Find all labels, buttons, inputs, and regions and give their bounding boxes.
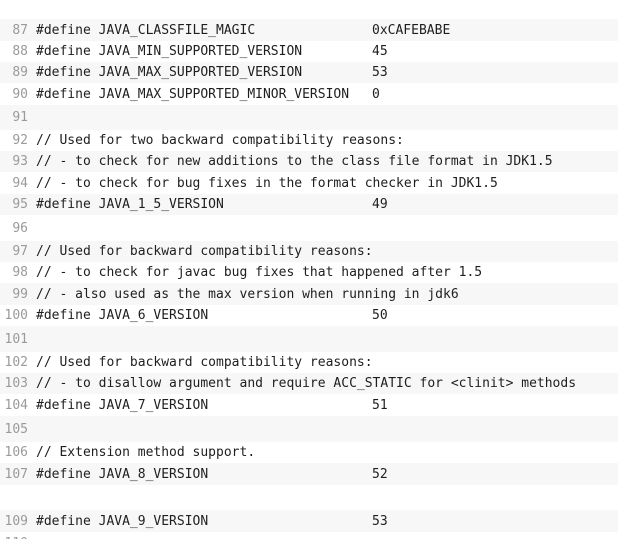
code-line: 98 // - to check for javac bug fixes tha… (0, 262, 618, 283)
line-number: 93 (12, 154, 28, 169)
line-number: 103 (4, 376, 28, 391)
code-text: #define JAVA_9_VERSION (36, 513, 209, 529)
line-number: 95 (12, 197, 28, 212)
code-line: 93 // - to check for new additions to th… (0, 151, 618, 172)
line-number: 98 (12, 265, 28, 280)
code-line (0, 485, 618, 510)
define-value: 51 (372, 397, 388, 413)
line-number: 87 (12, 22, 28, 38)
code-line: 88 #define JAVA_MIN_SUPPORTED_VERSION 45 (0, 41, 618, 62)
code-editor-view: 86 87 #define JAVA_CLASSFILE_MAGIC 0xCAF… (0, 0, 618, 539)
code-comment: // - to disallow argument and require AC… (36, 376, 577, 391)
line-number: 106 (4, 445, 28, 460)
line-number: 104 (4, 397, 28, 413)
code-text: #define JAVA_MAX_SUPPORTED_VERSION (36, 65, 303, 80)
define-value: 53 (372, 65, 388, 80)
code-line: 106 // Extension method support. (0, 442, 618, 463)
line-number: 88 (12, 44, 28, 59)
code-line: 87 #define JAVA_CLASSFILE_MAGIC 0xCAFEBA… (0, 19, 618, 41)
line-number: 96 (12, 220, 28, 236)
code-line: 90 #define JAVA_MAX_SUPPORTED_MINOR_VERS… (0, 83, 618, 105)
code-line: 86 (0, 0, 618, 6)
code-line: 89 #define JAVA_MAX_SUPPORTED_VERSION 53 (0, 62, 618, 83)
line-number: 101 (4, 331, 28, 347)
line-number: 100 (4, 308, 28, 323)
code-line: 95 #define JAVA_1_5_VERSION 49 (0, 194, 618, 215)
line-number: 102 (4, 355, 28, 370)
code-line: 101 (0, 326, 618, 352)
define-value: 45 (372, 44, 388, 59)
define-value: 0 (372, 86, 380, 102)
code-text: #define JAVA_CLASSFILE_MAGIC (36, 22, 256, 38)
code-comment: // - to check for new additions to the c… (36, 154, 553, 169)
code-text: #define JAVA_MAX_SUPPORTED_MINOR_VERSION (36, 86, 350, 102)
code-comment: // Used for two backward compatibility r… (36, 133, 404, 148)
code-text: #define JAVA_6_VERSION (36, 308, 209, 323)
code-line: 107 #define JAVA_8_VERSION 52 (0, 463, 618, 485)
code-comment: // Extension method support. (36, 445, 256, 460)
define-value: 0xCAFEBABE (372, 22, 451, 38)
line-number: 107 (4, 466, 28, 482)
define-value: 49 (372, 197, 388, 212)
line-number: 86 (0, 0, 36, 3)
line-number: 89 (12, 65, 28, 80)
code-text: #define JAVA_7_VERSION (36, 397, 209, 413)
code-comment: // - also used as the max version when r… (36, 286, 459, 302)
line-number: 90 (12, 86, 28, 102)
code-line: 104 #define JAVA_7_VERSION 51 (0, 394, 618, 416)
code-line: 102 // Used for backward compatibility r… (0, 352, 618, 373)
line-number: 91 (12, 110, 28, 125)
line-number: 92 (12, 133, 28, 148)
code-line: 94 // - to check for bug fixes in the fo… (0, 172, 618, 194)
line-number: 94 (12, 175, 28, 191)
line-number: 109 (4, 513, 28, 529)
code-comment: // - to check for javac bug fixes that h… (36, 265, 483, 280)
code-line: 103 // - to disallow argument and requir… (0, 373, 618, 394)
line-number: 99 (12, 286, 28, 302)
code-line: 105 (0, 416, 618, 442)
code-text: #define JAVA_MIN_SUPPORTED_VERSION (36, 44, 303, 59)
code-comment: // Used for backward compatibility reaso… (36, 355, 373, 370)
code-line: 110 (0, 532, 618, 539)
define-value: 53 (372, 513, 388, 529)
code-comment: // Used for backward compatibility reaso… (36, 244, 373, 259)
code-line: 109 #define JAVA_9_VERSION 53 (0, 510, 618, 532)
code-line: 100 #define JAVA_6_VERSION 50 (0, 305, 618, 326)
define-value: 50 (372, 308, 388, 323)
code-line: 99 // - also used as the max version whe… (0, 283, 618, 305)
code-line: 97 // Used for backward compatibility re… (0, 241, 618, 262)
code-line: 92 // Used for two backward compatibilit… (0, 130, 618, 151)
code-text: #define JAVA_8_VERSION (36, 466, 209, 482)
define-value: 52 (372, 466, 388, 482)
code-line: 96 (0, 215, 618, 241)
line-number: 110 (0, 536, 36, 539)
code-text: #define JAVA_1_5_VERSION (36, 197, 224, 212)
line-number: 97 (12, 244, 28, 259)
code-comment: // - to check for bug fixes in the forma… (36, 175, 498, 191)
line-number: 105 (4, 421, 28, 437)
code-line: 91 (0, 105, 618, 130)
